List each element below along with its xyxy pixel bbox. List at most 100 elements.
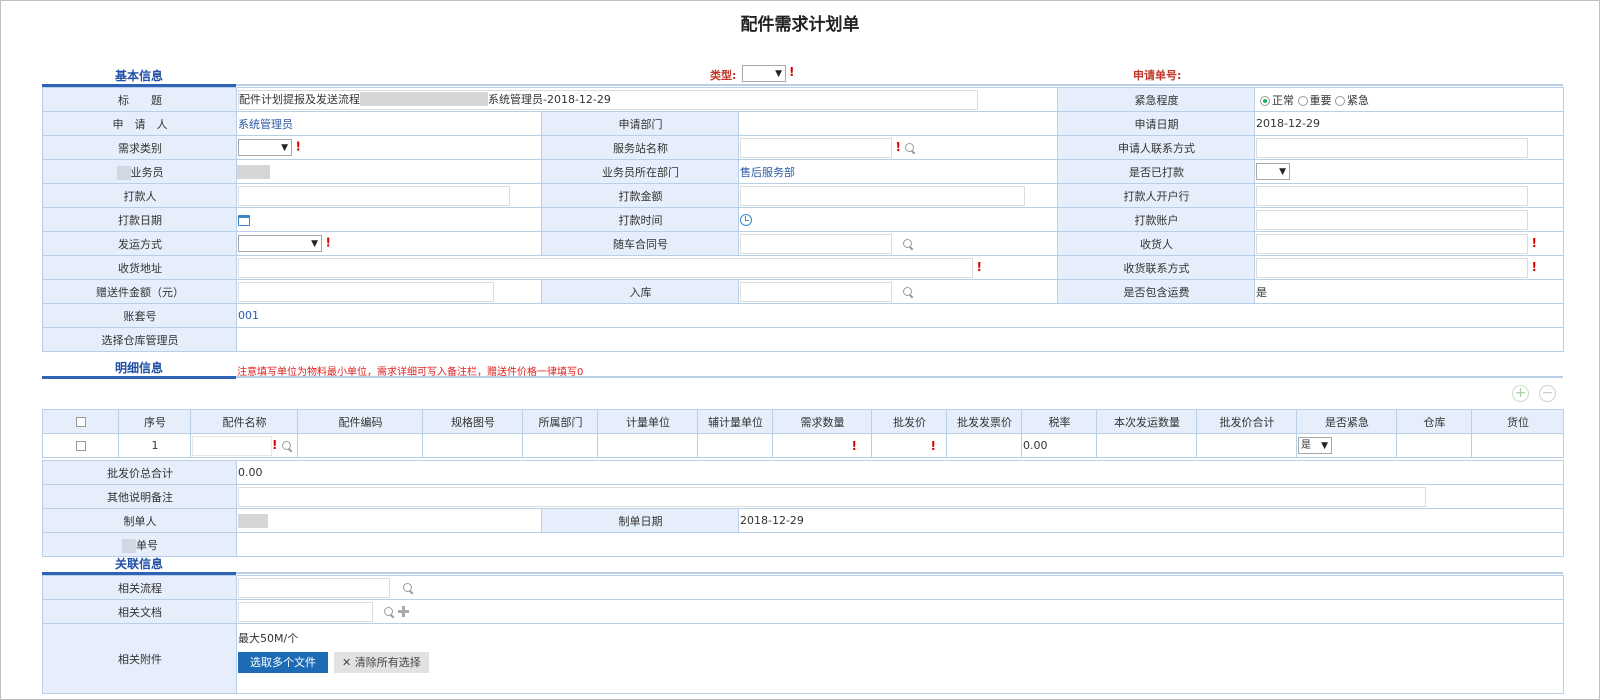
- flow-label: 相关流程: [42, 575, 237, 600]
- search-icon[interactable]: [902, 238, 914, 250]
- dept-value: [737, 111, 1059, 136]
- freight-value: 是: [1254, 279, 1565, 304]
- redacted-text: [122, 538, 136, 553]
- demand-type-label: 需求类别: [42, 135, 237, 160]
- spec-cell[interactable]: [422, 433, 523, 458]
- account-set-label: 账套号: [42, 303, 237, 328]
- attach-max-size: 最大50M/个: [238, 632, 299, 645]
- address-input[interactable]: [238, 257, 973, 278]
- detail-summary-table: 批发价总合计 0.00 其他说明备注 制单人 制单日期 2018-12-29 单…: [42, 460, 1565, 557]
- col-header: 批发价: [871, 409, 947, 434]
- payer-label: 打款人: [42, 183, 237, 208]
- type-select[interactable]: ▼: [742, 65, 786, 82]
- search-icon[interactable]: [383, 606, 395, 618]
- urgency-radio-urgent[interactable]: [1335, 95, 1346, 106]
- warehouse-cell[interactable]: [1396, 433, 1472, 458]
- calendar-icon[interactable]: [238, 214, 250, 226]
- col-header: 计量单位: [597, 409, 698, 434]
- doc-input[interactable]: [238, 601, 373, 622]
- remark-input[interactable]: [238, 486, 1426, 507]
- ship-method-label: 发运方式: [42, 231, 237, 256]
- required-mark-icon: !: [851, 438, 857, 453]
- make-date-value: 2018-12-29: [737, 508, 1565, 533]
- part-name-input[interactable]: [192, 435, 272, 456]
- pay-account-input[interactable]: [1256, 209, 1529, 230]
- demand-type-select[interactable]: ▼: [238, 139, 292, 156]
- freight-label: 是否包含运费: [1057, 279, 1256, 304]
- add-row-icon[interactable]: +: [1512, 385, 1529, 402]
- required-mark-icon: !: [789, 65, 795, 79]
- select-files-button[interactable]: 选取多个文件: [238, 652, 328, 673]
- section-divider: [236, 376, 1563, 378]
- col-header: 本次发运数量: [1096, 409, 1197, 434]
- urgent-select[interactable]: 是 ▼: [1298, 437, 1332, 454]
- paid-select[interactable]: ▼: [1256, 163, 1291, 180]
- payer-input[interactable]: [238, 185, 510, 206]
- clock-icon[interactable]: [740, 214, 752, 226]
- part-code-cell[interactable]: [297, 433, 423, 458]
- station-label: 服务站名称: [541, 135, 739, 160]
- row-ship: 发运方式 ▼ ! 随车合同号 收货人 !: [42, 231, 1565, 256]
- station-input[interactable]: [740, 137, 892, 158]
- col-header: 所属部门: [522, 409, 598, 434]
- payer-bank-input[interactable]: [1256, 185, 1529, 206]
- location-cell[interactable]: [1471, 433, 1564, 458]
- stock-input[interactable]: [740, 281, 892, 302]
- search-icon[interactable]: [281, 440, 293, 452]
- ship-method-select[interactable]: ▼: [238, 235, 322, 252]
- salesman-dept-label: 业务员所在部门: [541, 159, 739, 184]
- search-icon[interactable]: [902, 286, 914, 298]
- type-label: 类型:: [710, 69, 737, 82]
- warehouse-mgr-field[interactable]: [235, 327, 1565, 352]
- title-field[interactable]: 配件计划提报及发送流程 系统管理员-2018-12-29: [235, 87, 1059, 112]
- col-header: 仓库: [1396, 409, 1472, 434]
- col-header: 是否紧急: [1296, 409, 1397, 434]
- redacted-text: [116, 165, 131, 180]
- row-checkbox[interactable]: [76, 441, 86, 451]
- dept-cell[interactable]: [522, 433, 598, 458]
- invoice-price-cell[interactable]: [946, 433, 1022, 458]
- clear-selection-button[interactable]: ✕ 清除所有选择: [334, 652, 429, 673]
- receiver-input[interactable]: [1256, 233, 1529, 254]
- salesman-label: 业务员: [42, 159, 237, 184]
- attach-label: 相关附件: [42, 623, 237, 694]
- search-icon[interactable]: [402, 582, 414, 594]
- col-header: 税率: [1021, 409, 1097, 434]
- bill-no-label: 单号: [42, 532, 237, 557]
- contact-input[interactable]: [1256, 137, 1529, 158]
- chevron-down-icon: ▼: [311, 239, 318, 249]
- plus-icon[interactable]: [398, 606, 409, 617]
- urgency-option-important: 重要: [1309, 93, 1332, 107]
- applicant-label: 申 请 人: [42, 111, 237, 136]
- unit-cell[interactable]: [597, 433, 698, 458]
- urgency-radio-important[interactable]: [1297, 95, 1308, 106]
- col-header: 配件名称: [190, 409, 298, 434]
- row-maker: 制单人 制单日期 2018-12-29: [42, 508, 1565, 533]
- chevron-down-icon: ▼: [775, 69, 782, 79]
- required-mark-icon: !: [976, 259, 982, 274]
- search-icon[interactable]: [904, 142, 916, 154]
- col-header: 货位: [1471, 409, 1564, 434]
- urgency-radio-normal[interactable]: [1260, 95, 1271, 106]
- aux-unit-cell[interactable]: [697, 433, 773, 458]
- applicant-value: 系统管理员: [236, 111, 542, 136]
- address-label: 收货地址: [42, 255, 237, 280]
- chevron-down-icon: ▼: [1279, 167, 1287, 177]
- row-address: 收货地址 ! 收货联系方式 !: [42, 255, 1565, 280]
- chevron-down-icon: ▼: [1321, 441, 1328, 451]
- amount-input[interactable]: [740, 185, 1025, 206]
- ship-qty-cell[interactable]: [1096, 433, 1197, 458]
- date-label: 申请日期: [1057, 111, 1256, 136]
- required-mark-icon: !: [1531, 235, 1537, 250]
- contract-input[interactable]: [740, 233, 892, 254]
- receiver-contact-label: 收货联系方式: [1057, 255, 1256, 280]
- gift-amount-input[interactable]: [238, 281, 494, 302]
- remove-row-icon[interactable]: −: [1539, 385, 1556, 402]
- flow-input[interactable]: [238, 577, 390, 598]
- col-header: 辅计量单位: [697, 409, 773, 434]
- required-mark-icon: !: [1531, 259, 1537, 274]
- salesman-label-text: 业务员: [130, 165, 164, 179]
- select-all-checkbox[interactable]: [76, 417, 86, 427]
- contract-label: 随车合同号: [541, 231, 739, 256]
- receiver-contact-input[interactable]: [1256, 257, 1529, 278]
